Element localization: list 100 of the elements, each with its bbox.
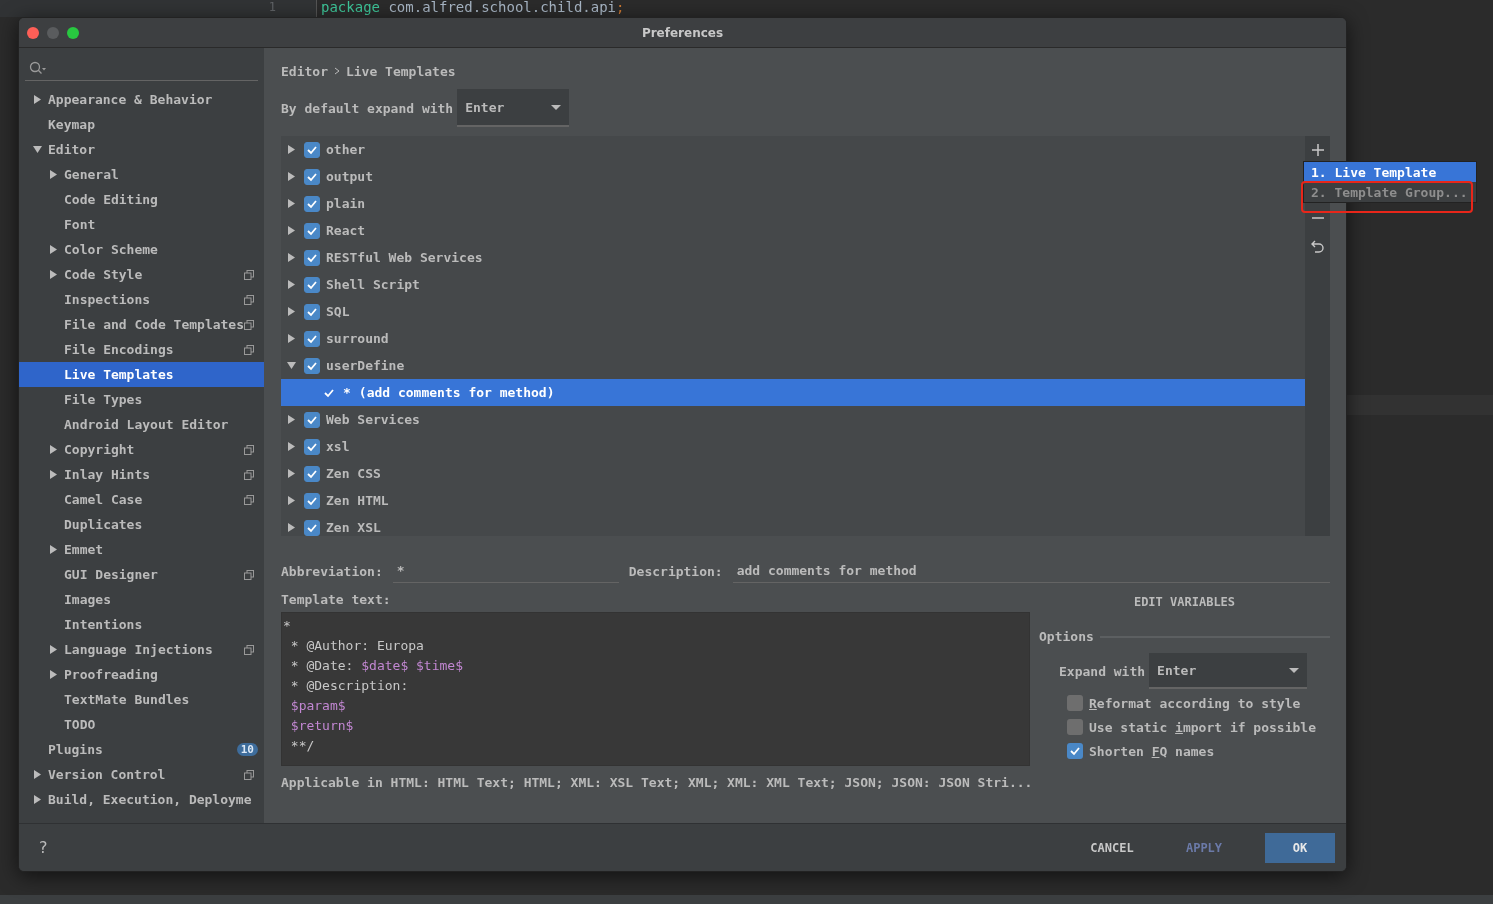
checkbox[interactable] [304,330,320,347]
sidebar-item[interactable]: Camel Case [19,487,264,512]
code-line: * @Date: $date$ $time$ [289,657,464,675]
dropdown-caret-icon [551,104,562,110]
template-group-row[interactable]: Shell Script [281,271,1305,298]
expand-dropdown[interactable]: Enter [1149,653,1308,689]
template-group-row[interactable]: output [281,163,1305,190]
sidebar-item[interactable]: Build, Execution, Deployme [19,787,264,812]
expanded-arrow-icon [287,361,296,370]
template-group-row[interactable]: Web Services [281,406,1305,433]
menu-item[interactable]: 1. Live Template [1304,162,1476,182]
checkbox[interactable] [304,141,320,158]
template-group-row[interactable]: userDefine [281,352,1305,379]
checkbox[interactable] [304,465,320,482]
checkbox[interactable] [304,222,320,239]
sidebar-item[interactable]: Code Style [19,262,264,287]
template-group-row[interactable]: Zen CSS [281,460,1305,487]
sidebar-item[interactable]: Proofreading [19,662,264,687]
checkbox[interactable] [304,519,320,536]
check-icon [1069,745,1081,757]
collapsed-arrow-icon [287,442,296,451]
checkbox[interactable] [304,411,320,428]
template-group-row[interactable]: RESTful Web Services [281,244,1305,271]
checkbox[interactable] [304,492,320,509]
template-row[interactable]: * (add comments for method) [281,379,1305,406]
dialog-button[interactable]: CANCEL [1081,832,1143,863]
sidebar-item[interactable]: File and Code Templates [19,312,264,337]
sidebar-item[interactable]: Copyright [19,437,264,462]
sidebar-item[interactable]: Live Templates [19,362,264,387]
collapsed-arrow-icon [287,496,296,505]
sidebar-item[interactable]: Inspections [19,287,264,312]
collapsed-arrow-icon [287,199,296,208]
template-group-row[interactable]: plain [281,190,1305,217]
sidebar-item[interactable]: Editor [19,137,264,162]
help-button[interactable]: ? [39,838,48,857]
collapsed-arrow-icon [287,253,296,262]
sidebar-item[interactable]: Language Injections [19,637,264,662]
sidebar-item[interactable]: General [19,162,264,187]
sidebar-item[interactable]: Code Editing [19,187,264,212]
sidebar-item[interactable]: Plugins 10 [19,737,264,762]
checkbox[interactable] [304,168,320,185]
collapsed-arrow-icon [287,280,296,289]
code-line: $param$ [289,697,347,715]
add-icon [1311,144,1324,156]
sidebar-item[interactable]: Images [19,587,264,612]
sidebar-item[interactable]: Keymap [19,112,264,137]
edit-variables-button[interactable]: EDIT VARIABLES [1127,593,1242,611]
collapsed-arrow-icon [287,334,296,343]
checkbox[interactable] [1067,743,1083,759]
collapsed-arrow-icon [49,545,58,554]
description-field[interactable]: add comments for method [732,559,1330,583]
ok-button[interactable]: OK [1265,832,1335,863]
checkbox[interactable] [304,249,320,266]
expand-dropdown[interactable]: Enter [457,89,570,127]
collapsed-arrow-icon [287,172,296,181]
template-group-row[interactable]: Zen HTML [281,487,1305,514]
sidebar-item[interactable]: TextMate Bundles [19,687,264,712]
abbreviation-field[interactable]: * [392,559,619,583]
checkbox[interactable] [1067,695,1083,711]
checkbox[interactable] [304,438,320,455]
sidebar-item[interactable]: Color Scheme [19,237,264,262]
collapsed-arrow-icon [287,226,296,235]
add-button[interactable] [1309,142,1326,158]
sidebar-item[interactable]: File Encodings [19,337,264,362]
sidebar-item[interactable]: Intentions [19,612,264,637]
collapsed-arrow-icon [287,307,296,316]
sidebar-item[interactable]: Version Control [19,762,264,787]
template-group-row[interactable]: Zen XSL [281,514,1305,536]
checkbox[interactable] [304,276,320,293]
sidebar-item[interactable]: Appearance & Behavior [19,87,264,112]
breadcrumb-item[interactable]: Editor [281,63,328,79]
sidebar-item[interactable]: Inlay Hints [19,462,264,487]
restore-button[interactable] [1309,238,1326,254]
sidebar-item[interactable]: GUI Designer [19,562,264,587]
checkbox-label[interactable]: Use static import if possible [1089,719,1316,735]
breadcrumb-item[interactable]: Live Templates [345,63,456,79]
template-group-row[interactable]: xsl [281,433,1305,460]
sidebar-item[interactable]: Duplicates [19,512,264,537]
checkbox-label[interactable]: Reformat according to style [1089,695,1301,711]
template-group-row[interactable]: React [281,217,1305,244]
template-group-row[interactable]: surround [281,325,1305,352]
sidebar-item[interactable]: Emmet [19,537,264,562]
collapsed-arrow-icon [49,245,58,254]
sidebar-item[interactable]: TODO [19,712,264,737]
checkbox[interactable] [304,303,320,320]
checkbox-label[interactable]: Shorten FQ names [1089,743,1215,759]
checkbox[interactable] [304,357,320,374]
close-button[interactable] [27,26,39,39]
zoom-button[interactable] [67,26,79,39]
undo-icon [1311,239,1324,253]
template-group-row[interactable]: SQL [281,298,1305,325]
template-text-editor[interactable]: * * @Author: Europa * @Date: $date$ $time$ * @Description: $param$ $return$ **/ [281,612,1030,766]
sidebar-item[interactable]: File Types [19,387,264,412]
collapsed-arrow-icon [49,670,58,679]
sidebar-item[interactable]: Android Layout Editor [19,412,264,437]
code-line: $return$ [289,717,355,735]
checkbox[interactable] [1067,719,1083,735]
sidebar-item[interactable]: Font [19,212,264,237]
template-group-row[interactable]: other [281,136,1305,163]
checkbox[interactable] [304,195,320,212]
